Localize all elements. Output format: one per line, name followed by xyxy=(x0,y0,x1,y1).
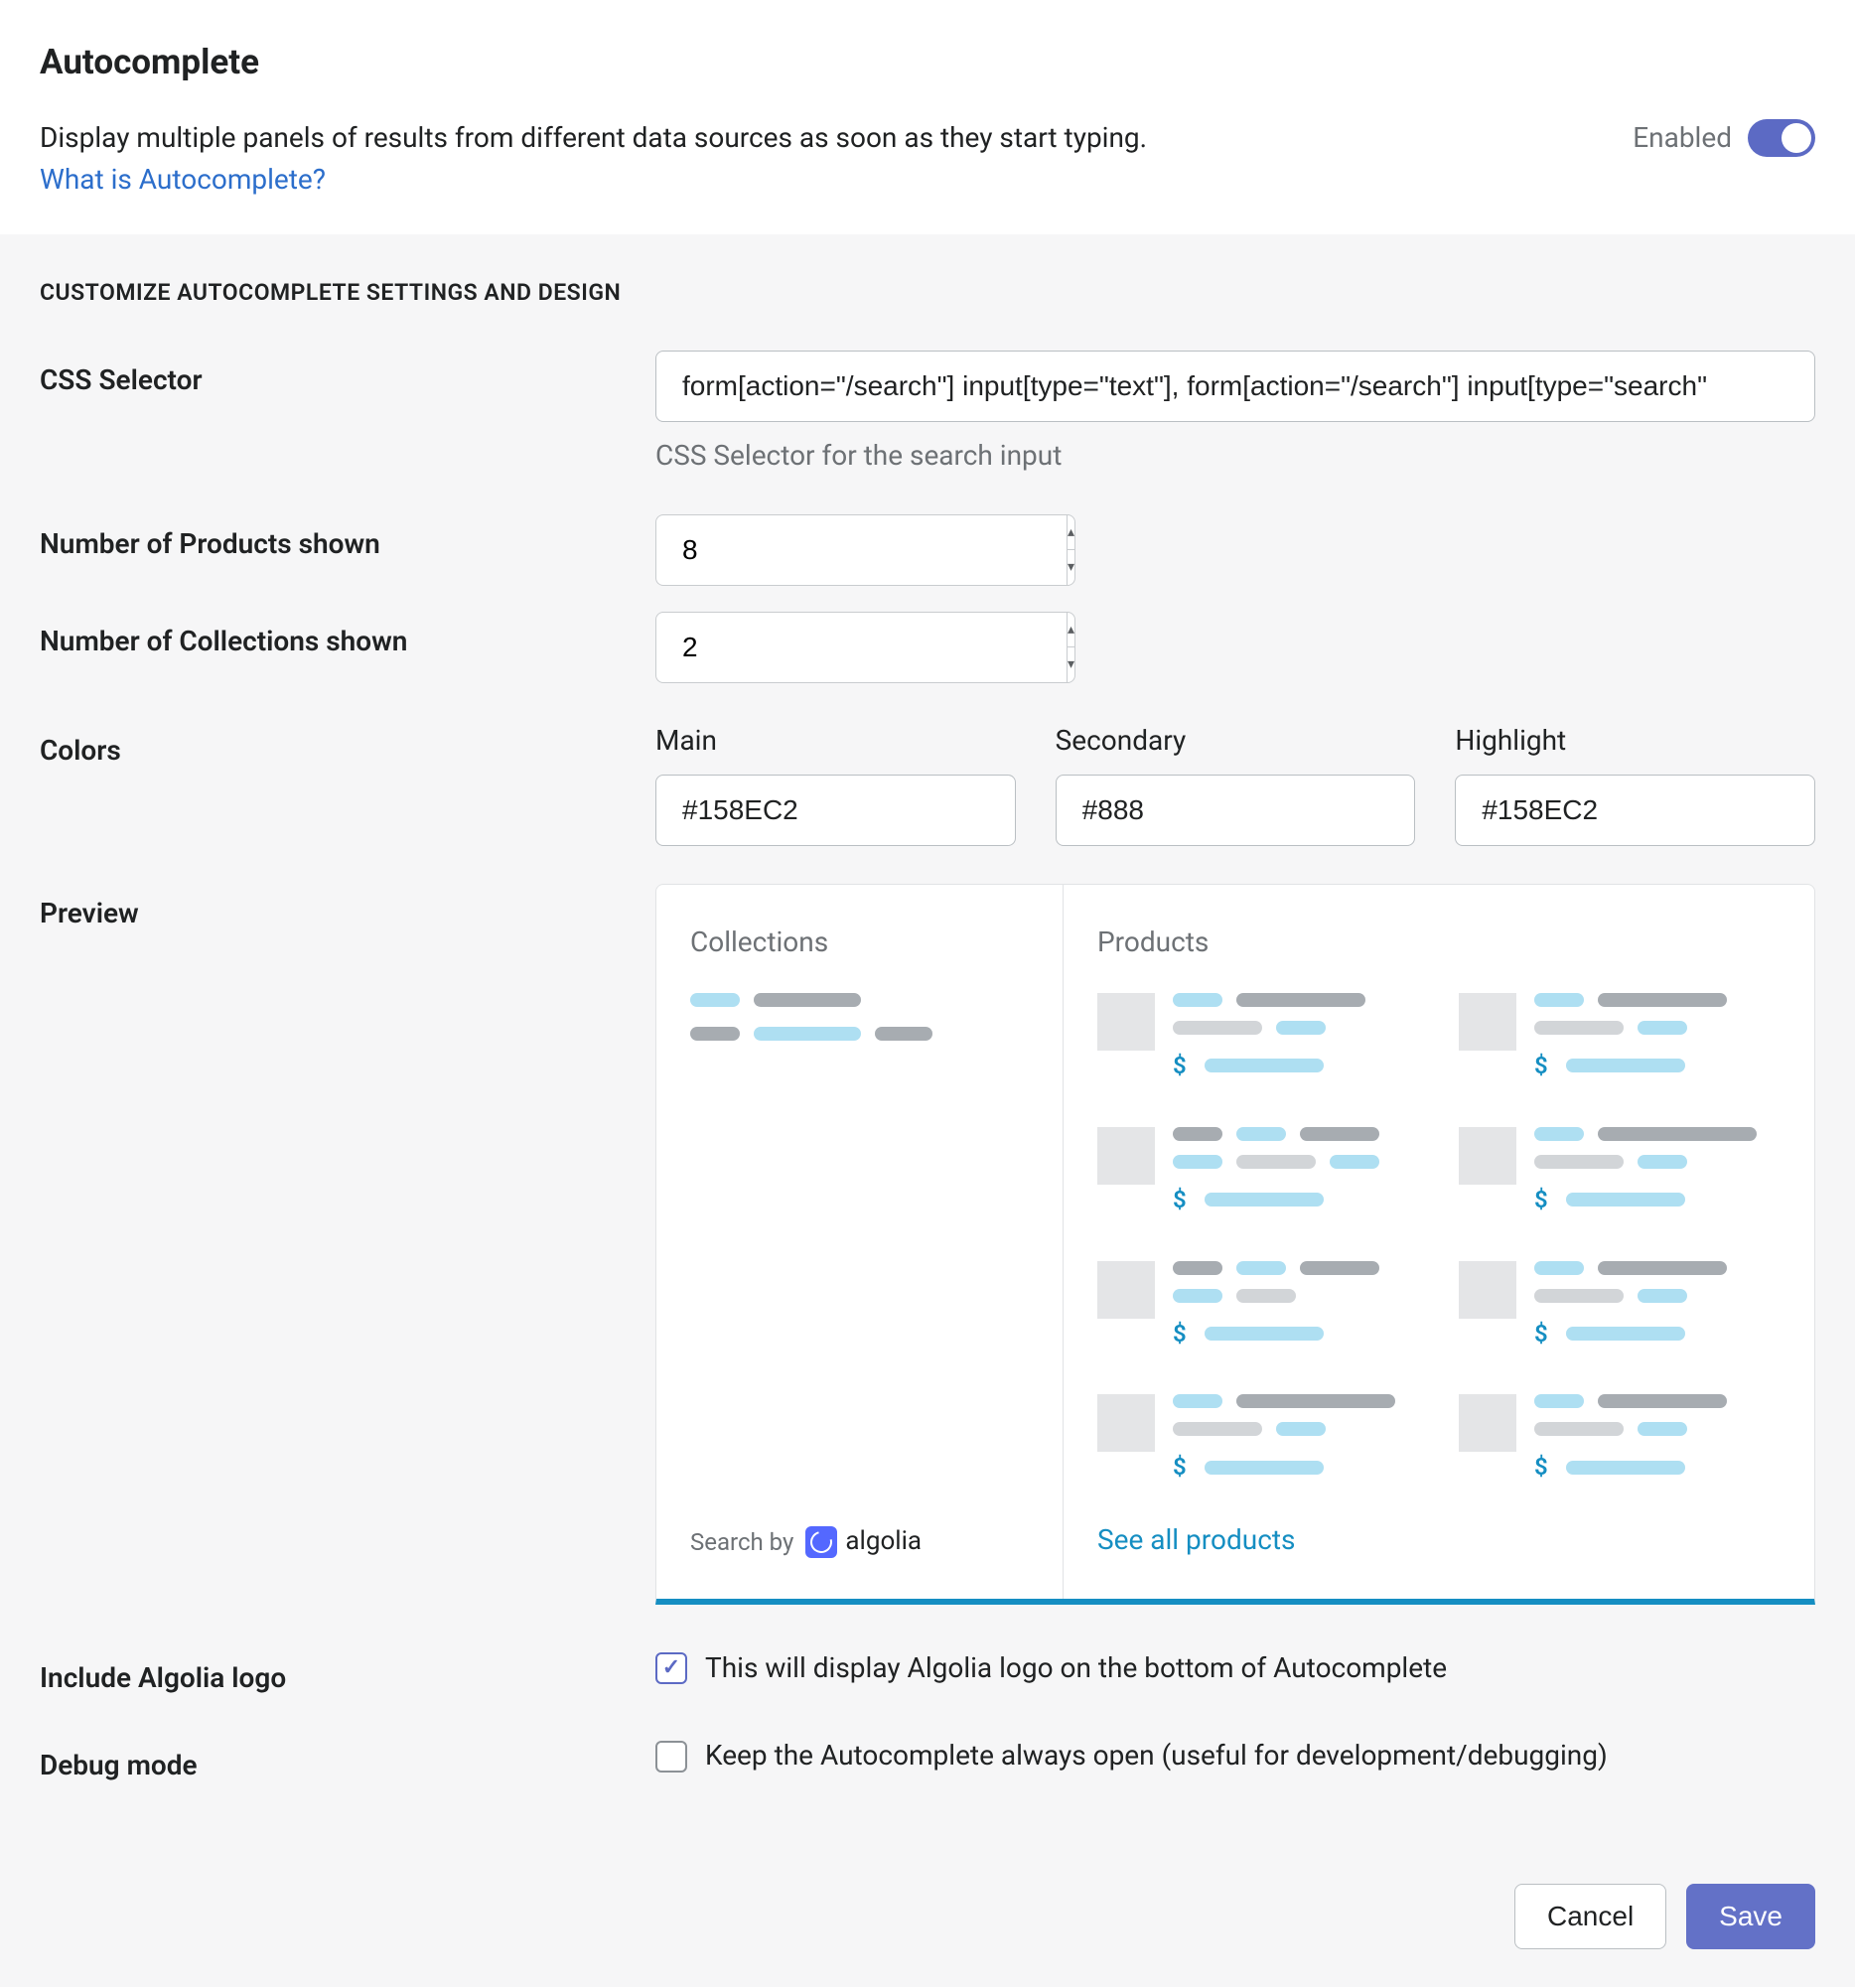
page-description: Display multiple panels of results from … xyxy=(40,118,1147,159)
preview-product-card: $ xyxy=(1097,1394,1419,1485)
debug-mode-checkbox[interactable] xyxy=(655,1741,687,1773)
css-selector-help: CSS Selector for the search input xyxy=(655,436,1815,477)
search-by-label: Search by xyxy=(690,1525,793,1560)
preview-product-card: $ xyxy=(1097,993,1419,1083)
preview-collection-skeleton xyxy=(690,993,1029,1061)
collections-shown-label: Number of Collections shown xyxy=(40,612,655,683)
learn-more-link[interactable]: What is Autocomplete? xyxy=(40,163,326,196)
enabled-toggle[interactable] xyxy=(1748,119,1815,157)
algolia-icon xyxy=(805,1526,837,1558)
highlight-color-label: Highlight xyxy=(1455,721,1815,762)
include-logo-label: Include Algolia logo xyxy=(40,1648,655,1699)
preview-product-card: $ xyxy=(1459,1127,1781,1217)
enabled-label: Enabled xyxy=(1633,118,1732,159)
css-selector-input[interactable] xyxy=(655,351,1815,422)
products-shown-increment[interactable]: ▴ xyxy=(1068,515,1074,551)
settings-header: Autocomplete Display multiple panels of … xyxy=(0,0,1855,234)
preview-product-card: $ xyxy=(1097,1127,1419,1217)
preview-panel: Collections xyxy=(655,884,1815,1604)
preview-product-card: $ xyxy=(1459,1394,1781,1485)
preview-product-card: $ xyxy=(1459,993,1781,1083)
secondary-color-label: Secondary xyxy=(1056,721,1416,762)
preview-products-heading: Products xyxy=(1097,923,1781,963)
products-shown-label: Number of Products shown xyxy=(40,514,655,586)
collections-shown-input[interactable] xyxy=(655,612,1067,683)
debug-mode-text: Keep the Autocomplete always open (usefu… xyxy=(705,1736,1608,1776)
css-selector-label: CSS Selector xyxy=(40,351,655,477)
debug-mode-label: Debug mode xyxy=(40,1736,655,1786)
preview-label: Preview xyxy=(40,884,655,1604)
cancel-button[interactable]: Cancel xyxy=(1514,1884,1666,1949)
main-color-input[interactable] xyxy=(655,775,1016,846)
include-logo-checkbox[interactable] xyxy=(655,1652,687,1684)
save-button[interactable]: Save xyxy=(1686,1884,1815,1949)
section-heading: CUSTOMIZE AUTOCOMPLETE SETTINGS AND DESI… xyxy=(40,276,1815,309)
preview-product-card: $ xyxy=(1459,1261,1781,1351)
collections-shown-decrement[interactable]: ▾ xyxy=(1068,647,1074,682)
main-color-label: Main xyxy=(655,721,1016,762)
secondary-color-input[interactable] xyxy=(1056,775,1416,846)
highlight-color-input[interactable] xyxy=(1455,775,1815,846)
page-title: Autocomplete xyxy=(40,38,1815,88)
collections-shown-increment[interactable]: ▴ xyxy=(1068,613,1074,648)
preview-products-grid: $ $ xyxy=(1097,993,1781,1485)
see-all-products-link[interactable]: See all products xyxy=(1097,1520,1781,1561)
preview-product-card: $ xyxy=(1097,1261,1419,1351)
algolia-logo: algolia xyxy=(805,1523,922,1561)
include-logo-text: This will display Algolia logo on the bo… xyxy=(705,1648,1447,1689)
products-shown-decrement[interactable]: ▾ xyxy=(1068,550,1074,585)
preview-collections-heading: Collections xyxy=(690,923,1029,963)
colors-label: Colors xyxy=(40,721,655,847)
products-shown-input[interactable] xyxy=(655,514,1067,586)
